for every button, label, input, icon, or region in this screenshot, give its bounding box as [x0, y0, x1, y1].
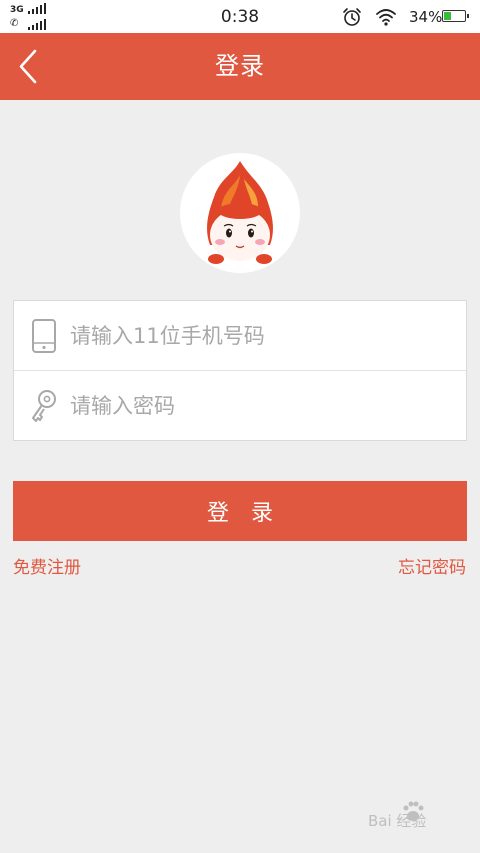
header-bar: 登录	[0, 33, 480, 100]
flame-mascot-avatar	[207, 161, 273, 264]
alarm-icon	[343, 8, 361, 26]
status-bar: 3G ✆ 0:38 34%	[0, 0, 480, 33]
wifi-icon	[376, 9, 396, 26]
password-input[interactable]	[70, 383, 450, 428]
call-icon: ✆	[10, 18, 19, 29]
clock: 0:38	[220, 7, 260, 27]
battery-fill	[444, 12, 452, 20]
back-button[interactable]	[8, 43, 52, 90]
battery-icon	[442, 10, 469, 22]
login-button[interactable]: 登录	[13, 481, 467, 541]
key-icon	[32, 390, 56, 422]
login-form	[13, 300, 467, 441]
phone-input[interactable]	[70, 313, 450, 358]
phone-row	[14, 301, 466, 370]
register-link[interactable]: 免费注册	[13, 555, 81, 581]
watermark: Bai 经验	[368, 798, 472, 838]
signal-icon-secondary	[28, 19, 50, 30]
forgot-password-link[interactable]: 忘记密码	[398, 555, 466, 581]
network-indicator: 3G ✆	[8, 3, 58, 33]
avatar	[180, 153, 300, 273]
watermark-text: Bai 经验	[368, 812, 427, 830]
login-page: 3G ✆ 0:38 34% 登录 请输入11位手机号码 登录 免费注册 忘记密码…	[0, 0, 480, 853]
page-title: 登录	[215, 52, 265, 80]
signal-icon	[28, 3, 50, 14]
phone-icon	[32, 319, 56, 353]
network-type: 3G	[10, 5, 24, 15]
battery-percent: 34%	[409, 8, 443, 26]
chevron-left-icon	[19, 49, 37, 84]
password-row	[14, 371, 466, 440]
